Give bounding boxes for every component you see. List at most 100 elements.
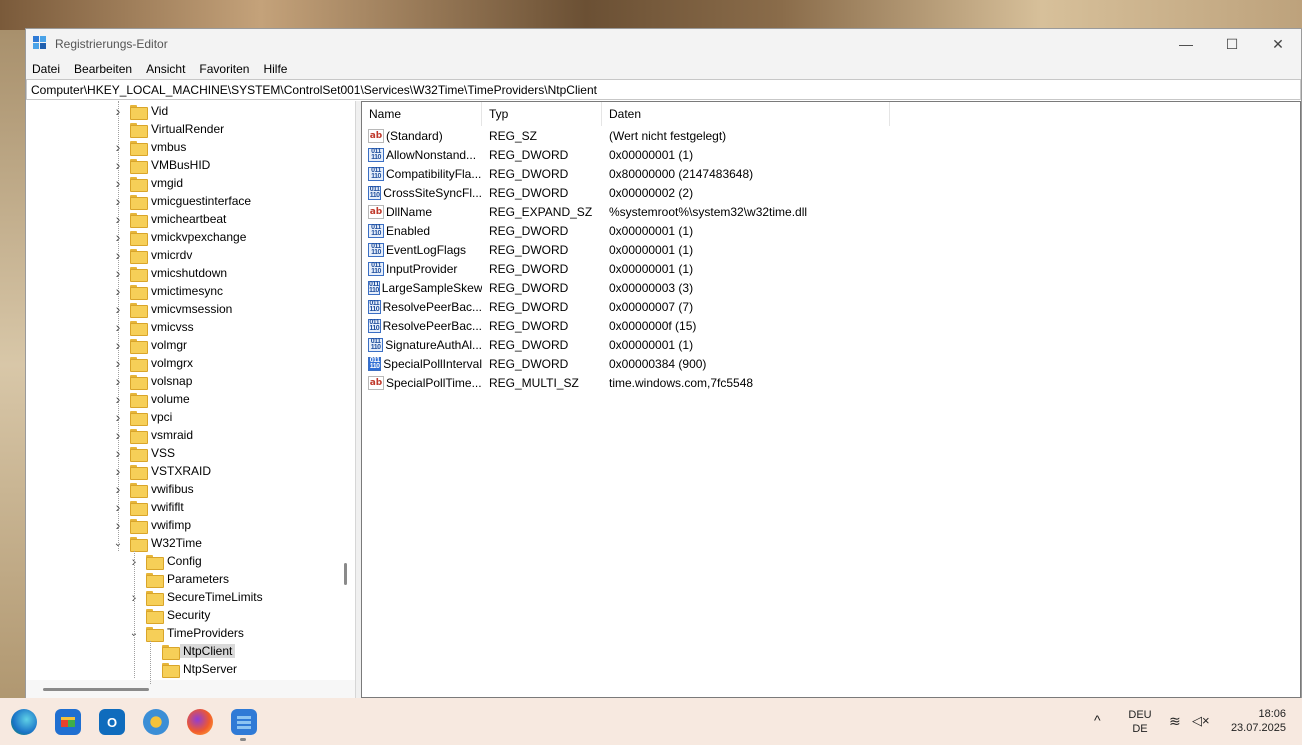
tree-node[interactable]: › vmicheartbeat bbox=[112, 210, 226, 228]
tree-node[interactable]: › vwifibus bbox=[112, 480, 194, 498]
tree-node[interactable]: › VSTXRAID bbox=[112, 462, 211, 480]
value-row[interactable]: 011 110 LargeSampleSkew REG_DWORD 0x00000003… bbox=[362, 278, 1302, 297]
tree-node[interactable]: › vwifimp bbox=[112, 516, 191, 534]
tree-node[interactable]: › vsmraid bbox=[112, 426, 193, 444]
tray-overflow-chevron-icon[interactable]: ^ bbox=[1094, 712, 1101, 728]
menu-ansicht[interactable]: Ansicht bbox=[146, 62, 192, 76]
menu-favoriten[interactable]: Favoriten bbox=[199, 62, 256, 76]
value-type: REG_DWORD bbox=[489, 299, 569, 314]
value-row[interactable]: 011 110 SignatureAuthAl... REG_DWORD 0x00000… bbox=[362, 335, 1302, 354]
tree-node[interactable]: NtpClient bbox=[144, 642, 236, 660]
string-value-icon: ab bbox=[368, 128, 384, 143]
column-header-type[interactable]: Typ bbox=[482, 102, 602, 126]
maximize-button[interactable]: ☐ bbox=[1209, 29, 1255, 59]
value-row[interactable]: 011 110 SpecialPollInterval REG_DWORD 0x0000… bbox=[362, 354, 1302, 373]
tree-node-label: vmicshutdown bbox=[151, 266, 228, 280]
value-type: REG_DWORD bbox=[489, 261, 569, 276]
edge-icon[interactable] bbox=[11, 709, 37, 735]
tree-node[interactable]: Security bbox=[128, 606, 210, 624]
tree-node[interactable]: › vmicshutdown bbox=[112, 264, 227, 282]
binary-value-icon: 011 110 bbox=[368, 337, 384, 352]
value-data: 0x00000001 (1) bbox=[609, 223, 694, 238]
settings-icon[interactable] bbox=[143, 709, 169, 735]
address-bar[interactable]: Computer\HKEY_LOCAL_MACHINE\SYSTEM\Contr… bbox=[26, 79, 1301, 100]
tree-node[interactable]: VirtualRender bbox=[112, 120, 224, 138]
tree-node-label: Vid bbox=[151, 104, 169, 118]
binary-value-icon: 011 110 bbox=[368, 166, 384, 181]
tree-node[interactable]: › Vid bbox=[112, 102, 168, 120]
folder-icon bbox=[146, 572, 164, 588]
tree-node[interactable]: › vpci bbox=[112, 408, 172, 426]
folder-icon bbox=[130, 392, 148, 408]
value-type: REG_DWORD bbox=[489, 318, 569, 333]
minimize-button[interactable]: — bbox=[1163, 29, 1209, 59]
clock[interactable]: 18:06 23.07.2025 bbox=[1226, 708, 1286, 734]
binary-value-icon: 011 110 bbox=[368, 318, 381, 333]
regedit-icon[interactable] bbox=[231, 709, 257, 735]
firefox-icon[interactable] bbox=[187, 709, 213, 735]
tree-node-label: vmicguestinterface bbox=[151, 194, 252, 208]
value-row[interactable]: 011 110 InputProvider REG_DWORD 0x00000001 (… bbox=[362, 259, 1302, 278]
outlook-icon[interactable]: O bbox=[99, 709, 125, 735]
tree-node-label: vwififlt bbox=[151, 500, 184, 514]
value-row[interactable]: ab DllName REG_EXPAND_SZ %systemroot%\syste… bbox=[362, 202, 1302, 221]
value-name: CompatibilityFla... bbox=[386, 166, 482, 181]
tree-node[interactable]: › Config bbox=[128, 552, 202, 570]
value-row[interactable]: 011 110 AllowNonstand... REG_DWORD 0x0000000… bbox=[362, 145, 1302, 164]
folder-icon bbox=[130, 158, 148, 174]
folder-icon bbox=[130, 266, 148, 282]
value-row[interactable]: 011 110 CompatibilityFla... REG_DWORD 0x8000… bbox=[362, 164, 1302, 183]
value-name: DllName bbox=[386, 204, 433, 219]
menu-hilfe[interactable]: Hilfe bbox=[263, 62, 294, 76]
menu-datei[interactable]: Datei bbox=[32, 62, 67, 76]
value-type: REG_DWORD bbox=[489, 166, 569, 181]
value-name: CrossSiteSyncFl... bbox=[383, 185, 482, 200]
tree-node[interactable]: NtpServer bbox=[144, 660, 237, 678]
language-indicator[interactable]: DEU DE bbox=[1126, 709, 1154, 735]
tree-node[interactable]: Parameters bbox=[128, 570, 229, 588]
tree-node[interactable]: › vmicvss bbox=[112, 318, 194, 336]
column-header-name[interactable]: Name bbox=[362, 102, 482, 126]
tree-node[interactable]: › volsnap bbox=[112, 372, 192, 390]
value-row[interactable]: ab SpecialPollTime... REG_MULTI_SZ time.win… bbox=[362, 373, 1302, 392]
tree-node-label: volume bbox=[151, 392, 190, 406]
value-row[interactable]: 011 110 ResolvePeerBac... REG_DWORD 0x000000… bbox=[362, 316, 1302, 335]
tree-node[interactable]: › vmgid bbox=[112, 174, 183, 192]
tree-node[interactable]: › vmicrdv bbox=[112, 246, 192, 264]
value-row[interactable]: 011 110 ResolvePeerBac... REG_DWORD 0x000000… bbox=[362, 297, 1302, 316]
tree-node[interactable]: ⌄ TimeProviders bbox=[128, 624, 244, 642]
store-icon[interactable] bbox=[55, 709, 81, 735]
tree-node[interactable]: › SecureTimeLimits bbox=[128, 588, 263, 606]
value-row[interactable]: ab (Standard) REG_SZ (Wert nicht festgelegt… bbox=[362, 126, 1302, 145]
menu-bearbeiten[interactable]: Bearbeiten bbox=[74, 62, 139, 76]
tree-node[interactable]: › VMBusHID bbox=[112, 156, 210, 174]
value-row[interactable]: 011 110 EventLogFlags REG_DWORD 0x00000001 (… bbox=[362, 240, 1302, 259]
tree-node-label: volsnap bbox=[151, 374, 193, 388]
tree-node[interactable]: › vmictimesync bbox=[112, 282, 223, 300]
tree-node[interactable]: ⌄ W32Time bbox=[112, 534, 202, 552]
value-name: EventLogFlags bbox=[386, 242, 467, 257]
tree-node-label: SecureTimeLimits bbox=[167, 590, 263, 604]
value-row[interactable]: 011 110 Enabled REG_DWORD 0x00000001 (1) bbox=[362, 221, 1302, 240]
wifi-icon[interactable]: ≋ bbox=[1169, 713, 1181, 730]
values-list[interactable]: Name Typ Daten ab (Standard) REG_SZ (Wert n… bbox=[361, 101, 1301, 698]
tree-node[interactable]: › volmgrx bbox=[112, 354, 193, 372]
tree-horizontal-scroll-thumb[interactable] bbox=[43, 688, 149, 691]
close-button[interactable]: ✕ bbox=[1255, 29, 1301, 59]
tree-node[interactable]: › vwififlt bbox=[112, 498, 184, 516]
tree-node[interactable]: › volmgr bbox=[112, 336, 187, 354]
taskbar: O ^ DEU DE ≋ ◁× 18:06 23.07.2025 bbox=[0, 698, 1302, 745]
value-row[interactable]: 011 110 CrossSiteSyncFl... REG_DWORD 0x00000… bbox=[362, 183, 1302, 202]
tree-node[interactable]: › vmbus bbox=[112, 138, 186, 156]
tree-node[interactable]: › volume bbox=[112, 390, 190, 408]
tree-vertical-scroll-thumb[interactable] bbox=[344, 563, 347, 585]
value-data: 0x00000003 (3) bbox=[609, 280, 694, 295]
tree-node[interactable]: › vmicvmsession bbox=[112, 300, 232, 318]
key-tree[interactable]: › Vid VirtualRender › vmbus › VMBusHID › vmgid › v… bbox=[26, 101, 356, 698]
tree-node[interactable]: › VSS bbox=[112, 444, 175, 462]
column-header-data[interactable]: Daten bbox=[602, 102, 890, 126]
tree-node[interactable]: › vmicguestinterface bbox=[112, 192, 251, 210]
tree-horizontal-scrollbar[interactable] bbox=[26, 680, 355, 698]
tree-node[interactable]: › vmickvpexchange bbox=[112, 228, 246, 246]
volume-muted-icon[interactable]: ◁× bbox=[1192, 713, 1210, 729]
